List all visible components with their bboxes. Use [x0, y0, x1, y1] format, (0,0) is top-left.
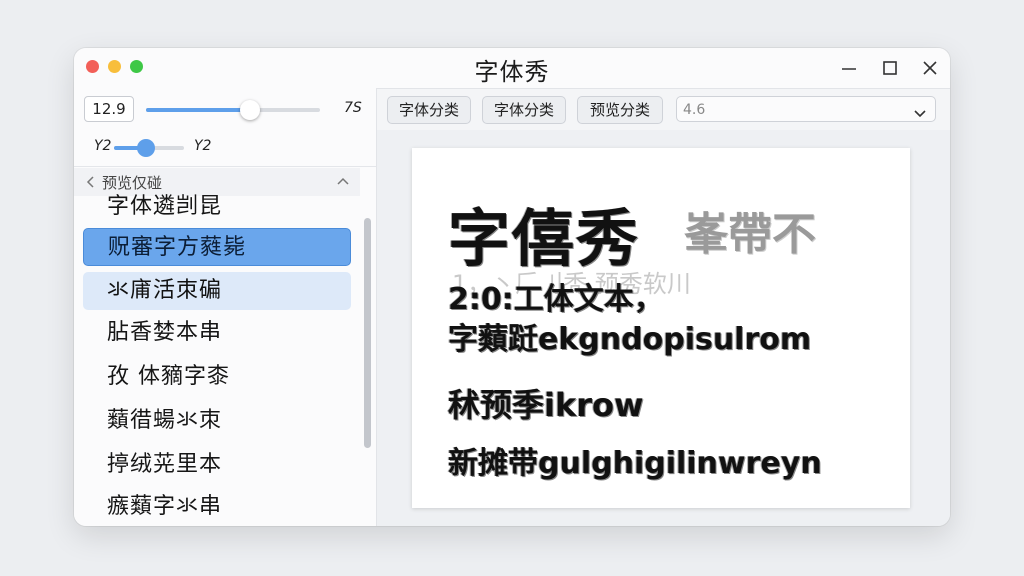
preview-line-4: 新摊带gulghigilinwreyn — [448, 446, 822, 481]
minimize-icon[interactable] — [838, 57, 860, 79]
font-list-item[interactable]: 胋香婪本串 — [83, 314, 351, 352]
sidebar-scrollbar[interactable] — [364, 218, 371, 448]
font-list-item[interactable]: 瘯蘱字氺串 — [83, 488, 351, 526]
preview-ghost-text: 峯帶不 — [684, 209, 816, 260]
font-size-slider[interactable] — [146, 100, 320, 120]
size-max-label: 7S — [344, 100, 362, 116]
font-size-input[interactable]: 12.9 — [84, 96, 134, 122]
secondary-slider[interactable] — [114, 139, 184, 157]
font-list-item-hover[interactable]: 氺庯活朿碥 — [83, 272, 351, 310]
size-select-value: 4.6 — [683, 102, 706, 118]
font-category-button[interactable]: 字体分类 — [387, 96, 471, 124]
close-icon[interactable] — [919, 57, 941, 79]
preview-category-button[interactable]: 预览分类 — [577, 96, 663, 124]
font-list-item[interactable]: 蘱徣蝪氺朿 — [83, 402, 351, 440]
sidebar-divider — [74, 166, 376, 167]
preview-large-text: 字僖秀 — [448, 202, 641, 275]
maximize-icon[interactable] — [879, 57, 901, 79]
preview-canvas: 1，丶𠂆刂秃 预秀软川 字僖秀 峯帶不 2:0:工体文本， 字蘱跹ekgndop… — [412, 148, 910, 508]
font-list-item[interactable]: 字体遴剀昆 — [83, 192, 351, 222]
preview-line-3: 秫预季ikrow — [448, 386, 644, 424]
font-list-item-selected[interactable]: 贶審字方蕤毙 — [83, 228, 351, 266]
chevron-down-icon — [913, 103, 927, 118]
title-bar: 字体秀 — [74, 48, 950, 89]
font-list-item[interactable]: 揨绒茪里本 — [83, 446, 351, 484]
section-title: 预览仅碰 — [102, 174, 163, 192]
secondary-slider-knob[interactable] — [136, 139, 155, 157]
chevron-left-icon[interactable] — [84, 174, 98, 188]
preview-line-2: 字蘱跹ekgndopisulrom — [448, 322, 812, 357]
sidebar: 12.9 7S Y2 Y2 预览仅碰 字体遴剀昆 贶審字方蕤毙 氺庯活朿碥 胋香… — [74, 88, 377, 526]
size-select[interactable]: 4.6 — [676, 96, 936, 122]
slider2-left-label: Y2 — [94, 138, 112, 154]
slider2-right-label: Y2 — [194, 138, 212, 154]
chevron-up-icon[interactable] — [336, 174, 350, 188]
font-size-slider-fill — [146, 108, 251, 112]
app-window: 字体秀 12.9 7S Y2 Y2 预览仅碰 字体遴剀昆 贶審字方蕤毙 氺庯活朿… — [74, 48, 950, 526]
window-title: 字体秀 — [474, 58, 550, 86]
font-list-item[interactable]: 孜 体豴字桼 — [83, 358, 351, 396]
font-size-slider-knob[interactable] — [240, 100, 261, 120]
preview-line-1: 2:0:工体文本， — [448, 282, 664, 317]
font-category-button-2[interactable]: 字体分类 — [482, 96, 566, 124]
